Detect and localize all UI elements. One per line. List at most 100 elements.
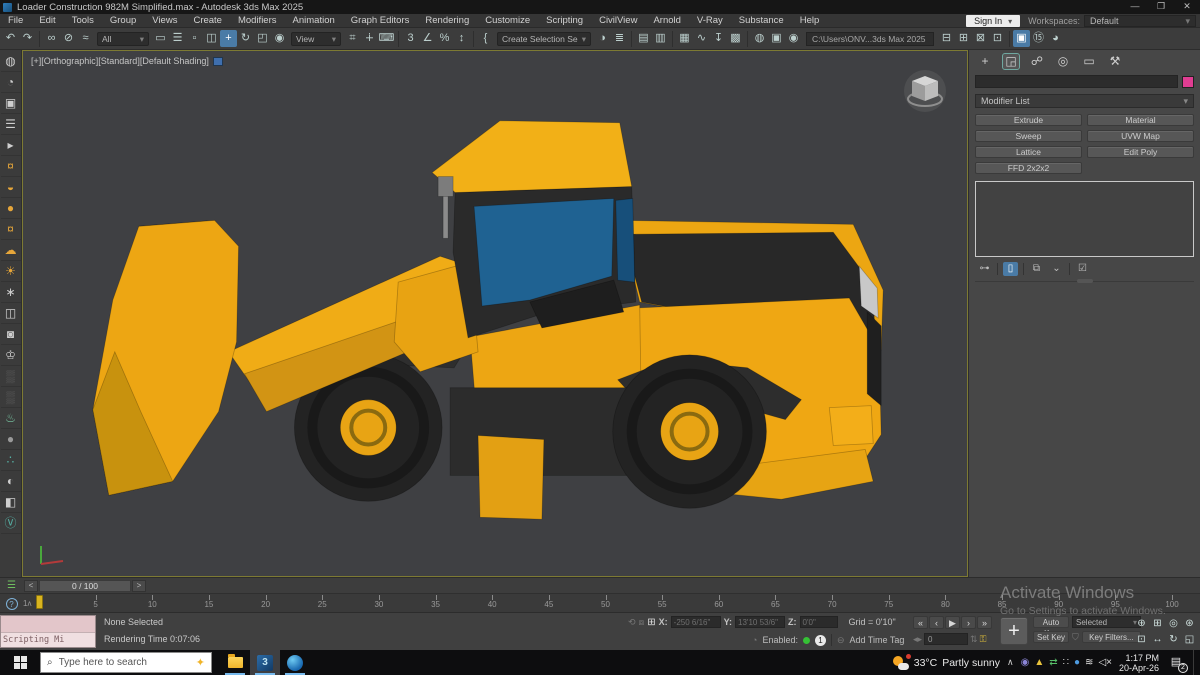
vray-sun-icon[interactable]: ☀ — [0, 261, 21, 282]
ruler-ticks[interactable]: 0510152025303540455055606570758085909510… — [36, 594, 1179, 612]
vray-logo-icon[interactable]: Ⓥ — [0, 513, 21, 534]
anim-layers-icon[interactable]: ◔ — [752, 635, 757, 645]
zoom-extents-icon[interactable]: ◎ — [1166, 616, 1181, 631]
rect-selection-region-icon[interactable]: ▫ — [186, 30, 203, 47]
menu-item[interactable]: Substance — [731, 14, 792, 28]
vray-dome-light-icon[interactable]: ◒ — [0, 177, 21, 198]
panel-divider[interactable] — [975, 281, 1194, 282]
viewport[interactable]: [+][Orthographic][Standard][Default Shad… — [22, 50, 968, 577]
vray-options-icon[interactable]: ☰ — [0, 114, 21, 135]
menu-item[interactable]: Animation — [285, 14, 343, 28]
modifier-list-dropdown[interactable]: Modifier List — [975, 94, 1194, 108]
next-frame-icon[interactable]: › — [961, 616, 976, 629]
loader-model[interactable] — [23, 51, 967, 576]
frame-spinner-icon[interactable]: ⇅ — [970, 634, 978, 645]
set-keys-button[interactable]: + — [1000, 617, 1028, 645]
taskbar-clock[interactable]: 1:17 PM 20-Apr-26 — [1119, 653, 1159, 673]
isolate-toggle-icon[interactable]: ⟲ — [628, 617, 636, 628]
vray-palette-icon[interactable]: ◐ — [0, 471, 21, 492]
object-color-swatch[interactable] — [1182, 75, 1194, 88]
vray-plane-light-icon[interactable]: ¤ — [0, 219, 21, 240]
restore-button[interactable]: ❐ — [1148, 0, 1174, 14]
named-sets-dropdown[interactable]: Create Selection Se — [497, 31, 591, 46]
weather-widget[interactable]: 33°C Partly sunny — [892, 653, 1000, 670]
vray-display-icon[interactable]: ◧ — [0, 492, 21, 513]
tab-utilities[interactable]: ⚒ — [1107, 54, 1123, 69]
z-field[interactable]: 0'0" — [799, 616, 838, 628]
zoom-extents-all-icon[interactable]: ⊛ — [1182, 616, 1197, 631]
project-folder-icon[interactable]: ⊟ — [938, 30, 955, 47]
modifier-button[interactable]: Sweep — [975, 130, 1082, 142]
modifier-stack[interactable] — [975, 181, 1194, 257]
add-time-tag[interactable]: Add Time Tag — [850, 635, 905, 645]
tab-hierarchy[interactable]: ☍ — [1029, 54, 1045, 69]
sign-in-button[interactable]: Sign In ▾ — [966, 15, 1021, 27]
help-icon[interactable]: ? — [5, 598, 18, 610]
save-plus-icon[interactable]: ⊠ — [972, 30, 989, 47]
bind-spacewarp-icon[interactable]: ≈ — [77, 30, 94, 47]
show-end-result-icon[interactable]: ▯ — [1003, 262, 1018, 276]
select-link-icon[interactable]: ∞ — [43, 30, 60, 47]
set-key-button[interactable]: Set Key — [1033, 631, 1069, 643]
project-path-field[interactable]: C:\Users\ONV...3ds Max 2025 — [806, 31, 934, 46]
render-setup-icon[interactable]: ◍ — [751, 30, 768, 47]
orbit-icon[interactable]: ↻ — [1166, 632, 1181, 647]
unlink-icon[interactable]: ⊘ — [60, 30, 77, 47]
window-crossing-icon[interactable]: ◫ — [203, 30, 220, 47]
redo-icon[interactable]: ↷ — [19, 30, 36, 47]
frame-display[interactable]: 0 / 100 — [39, 579, 131, 592]
y-field[interactable]: 13'10 53/6" — [735, 616, 786, 628]
tab-create[interactable]: + — [977, 54, 993, 69]
tab-modify[interactable]: ◲ — [1002, 53, 1020, 70]
make-unique-icon[interactable]: ⧉ — [1029, 262, 1044, 276]
start-button[interactable] — [0, 650, 40, 675]
auto-key-button[interactable]: Auto Key — [1033, 616, 1069, 638]
selection-filter-dropdown[interactable]: All — [97, 31, 149, 46]
minimize-button[interactable]: — — [1122, 0, 1148, 14]
named-selection-sets-icon[interactable]: { — [477, 30, 494, 47]
anim-layer-count[interactable]: 1 — [814, 634, 826, 646]
material-editor-icon[interactable]: ▩ — [727, 30, 744, 47]
vray-camera-icon[interactable]: ▸ — [0, 135, 21, 156]
time-tag-icon[interactable]: ⊖ — [837, 635, 845, 646]
menu-item[interactable]: V-Ray — [689, 14, 731, 28]
menu-item[interactable]: Graph Editors — [343, 14, 418, 28]
select-place-icon[interactable]: ◉ — [271, 30, 288, 47]
curve-editor-icon[interactable]: ∿ — [693, 30, 710, 47]
object-name-field[interactable] — [975, 75, 1178, 88]
vray-light-icon[interactable]: ¤ — [0, 156, 21, 177]
menu-item[interactable]: Customize — [477, 14, 538, 28]
drive-tray-icon[interactable]: ▲ — [1034, 655, 1044, 671]
vray-ies-light-icon[interactable]: ∗ — [0, 282, 21, 303]
absolute-mode-icon[interactable]: ⊞ — [647, 617, 655, 628]
vray-sphere-gizmo-icon[interactable]: ◙ — [0, 324, 21, 345]
select-scale-icon[interactable]: ◰ — [254, 30, 271, 47]
open-folder-icon[interactable]: ⊞ — [955, 30, 972, 47]
trackbar-menu-icon[interactable]: ☰ — [0, 580, 23, 591]
browser-tray-icon[interactable]: ● — [1074, 655, 1080, 671]
taskbar-search[interactable]: ⌕ Type here to search ✦ — [40, 652, 212, 673]
schematic-view-icon[interactable]: ↧ — [710, 30, 727, 47]
vray-disabled-tool-icon[interactable]: ▒ — [0, 366, 21, 387]
modifier-button[interactable]: FFD 2x2x2 — [975, 162, 1082, 174]
select-move-icon[interactable]: + — [220, 30, 237, 47]
menu-item[interactable]: CivilView — [591, 14, 645, 28]
go-to-end-icon[interactable]: » — [977, 616, 992, 629]
key-mode-icon[interactable]: ◂▸ — [913, 634, 922, 645]
menu-item[interactable]: Create — [185, 14, 230, 28]
ref-coord-dropdown[interactable]: View — [291, 31, 341, 46]
key-filters-button[interactable]: Key Filters... — [1081, 631, 1141, 643]
zoom-region-icon[interactable]: ⊡ — [1134, 632, 1149, 647]
modifier-button[interactable]: Edit Poly — [1087, 146, 1194, 158]
browser-taskbar-button[interactable] — [280, 650, 310, 675]
play-icon[interactable]: ▶ — [945, 616, 960, 629]
menu-item[interactable]: Views — [144, 14, 185, 28]
x-field[interactable]: -250 6/16" — [670, 616, 721, 628]
menu-item[interactable]: Rendering — [417, 14, 477, 28]
menu-item[interactable]: File — [0, 14, 31, 28]
file-explorer-button[interactable] — [220, 650, 250, 675]
action-center-button[interactable]: ▤ 2 — [1166, 655, 1188, 673]
select-object-icon[interactable]: ▭ — [152, 30, 169, 47]
vray-frame-buffer-icon[interactable]: ▣ — [0, 93, 21, 114]
modifier-button[interactable]: Lattice — [975, 146, 1082, 158]
